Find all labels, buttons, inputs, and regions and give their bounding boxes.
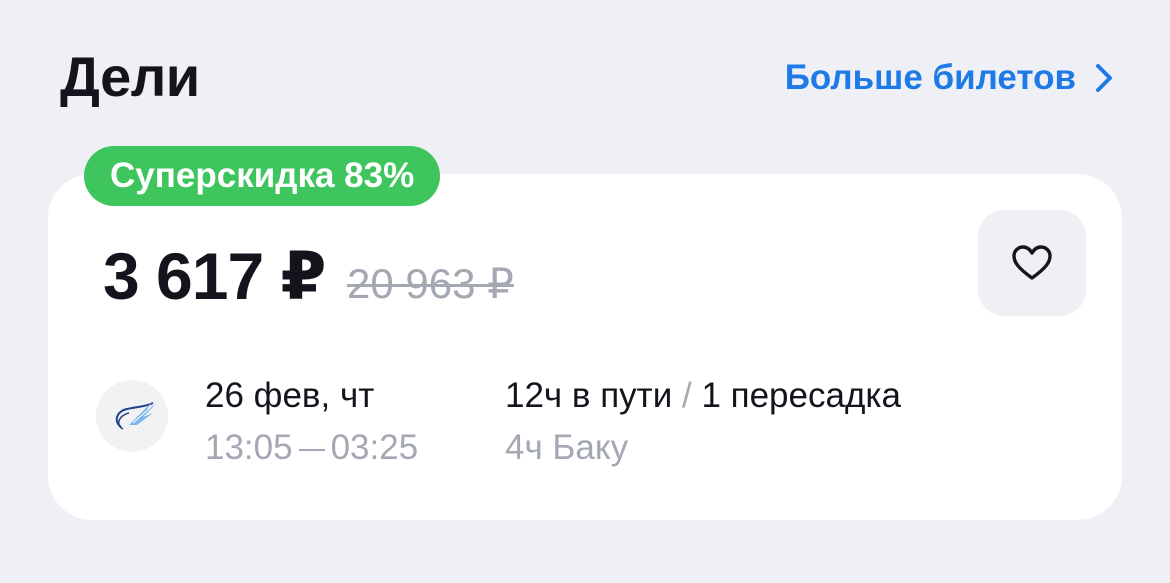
departure-date: 26 фев, чт — [205, 376, 375, 415]
heart-icon — [1012, 245, 1052, 280]
stopover-info: 4ч Баку — [505, 428, 629, 467]
page-title: Дели — [60, 45, 200, 108]
info-slash: / — [681, 376, 692, 415]
flight-times: 13:05 03:25 — [205, 428, 418, 468]
discount-badge: Суперскидка 83% — [84, 146, 441, 206]
airline-logo-icon — [115, 401, 155, 430]
discount-badge-label: Суперскидка 83% — [110, 156, 415, 195]
more-tickets-link[interactable]: Больше билетов — [785, 58, 1114, 98]
transfers-count: 1 пересадка — [701, 376, 901, 415]
trip-info: 12ч в пути / 1 пересадка — [505, 376, 901, 416]
chevron-right-icon — [1096, 64, 1112, 92]
ticket-card[interactable] — [48, 174, 1122, 520]
old-price: 20 963 ₽ — [347, 260, 514, 307]
departure-time: 13:05 — [205, 428, 293, 467]
arrival-time: 03:25 — [330, 428, 419, 467]
favorite-button[interactable] — [978, 210, 1086, 316]
trip-duration: 12ч в пути — [505, 376, 673, 415]
airline-logo — [96, 380, 168, 452]
ticket-price: 3 617 ₽ — [103, 239, 326, 313]
time-separator — [298, 448, 325, 451]
more-tickets-label: Больше билетов — [784, 58, 1076, 97]
